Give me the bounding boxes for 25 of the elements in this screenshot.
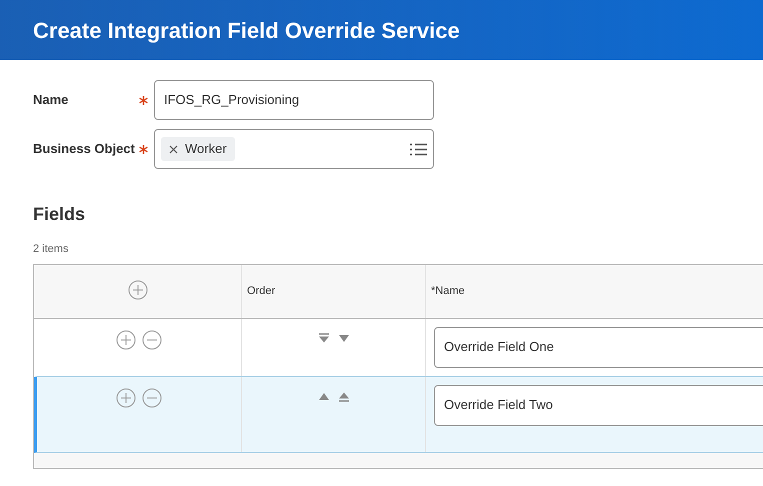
add-row-icon[interactable] [128,280,148,300]
move-up-icon[interactable] [318,390,330,402]
field-label: Name [33,91,70,110]
table-row[interactable]: Override Field One [34,318,763,376]
field-label: Business Object [33,140,136,158]
column-header: Order [247,284,276,299]
move-down-icon[interactable] [338,332,350,344]
item-count: 2 items [32,242,70,257]
name-input[interactable]: Override Field One [434,326,763,368]
move-to-top-icon[interactable] [338,390,350,402]
move-to-bottom-icon[interactable] [318,332,330,344]
business-object-field[interactable]: Worker [154,129,434,169]
add-row-icon[interactable] [116,330,136,350]
add-row-icon[interactable] [116,388,136,408]
section-title: Fields [32,203,86,226]
name-input[interactable]: Override Field Two [434,384,763,426]
list-icon[interactable] [410,142,427,156]
page-title: Create Integration Field Override Service [33,16,460,45]
worker-token[interactable]: Worker [161,137,235,161]
remove-row-icon[interactable] [142,388,162,408]
column-header: *Name [431,284,465,299]
table-row[interactable]: Override Field Two [34,376,763,452]
remove-row-icon[interactable] [142,330,162,350]
remove-icon[interactable] [169,144,178,154]
name-field[interactable]: IFOS_RG_Provisioning [154,80,434,120]
